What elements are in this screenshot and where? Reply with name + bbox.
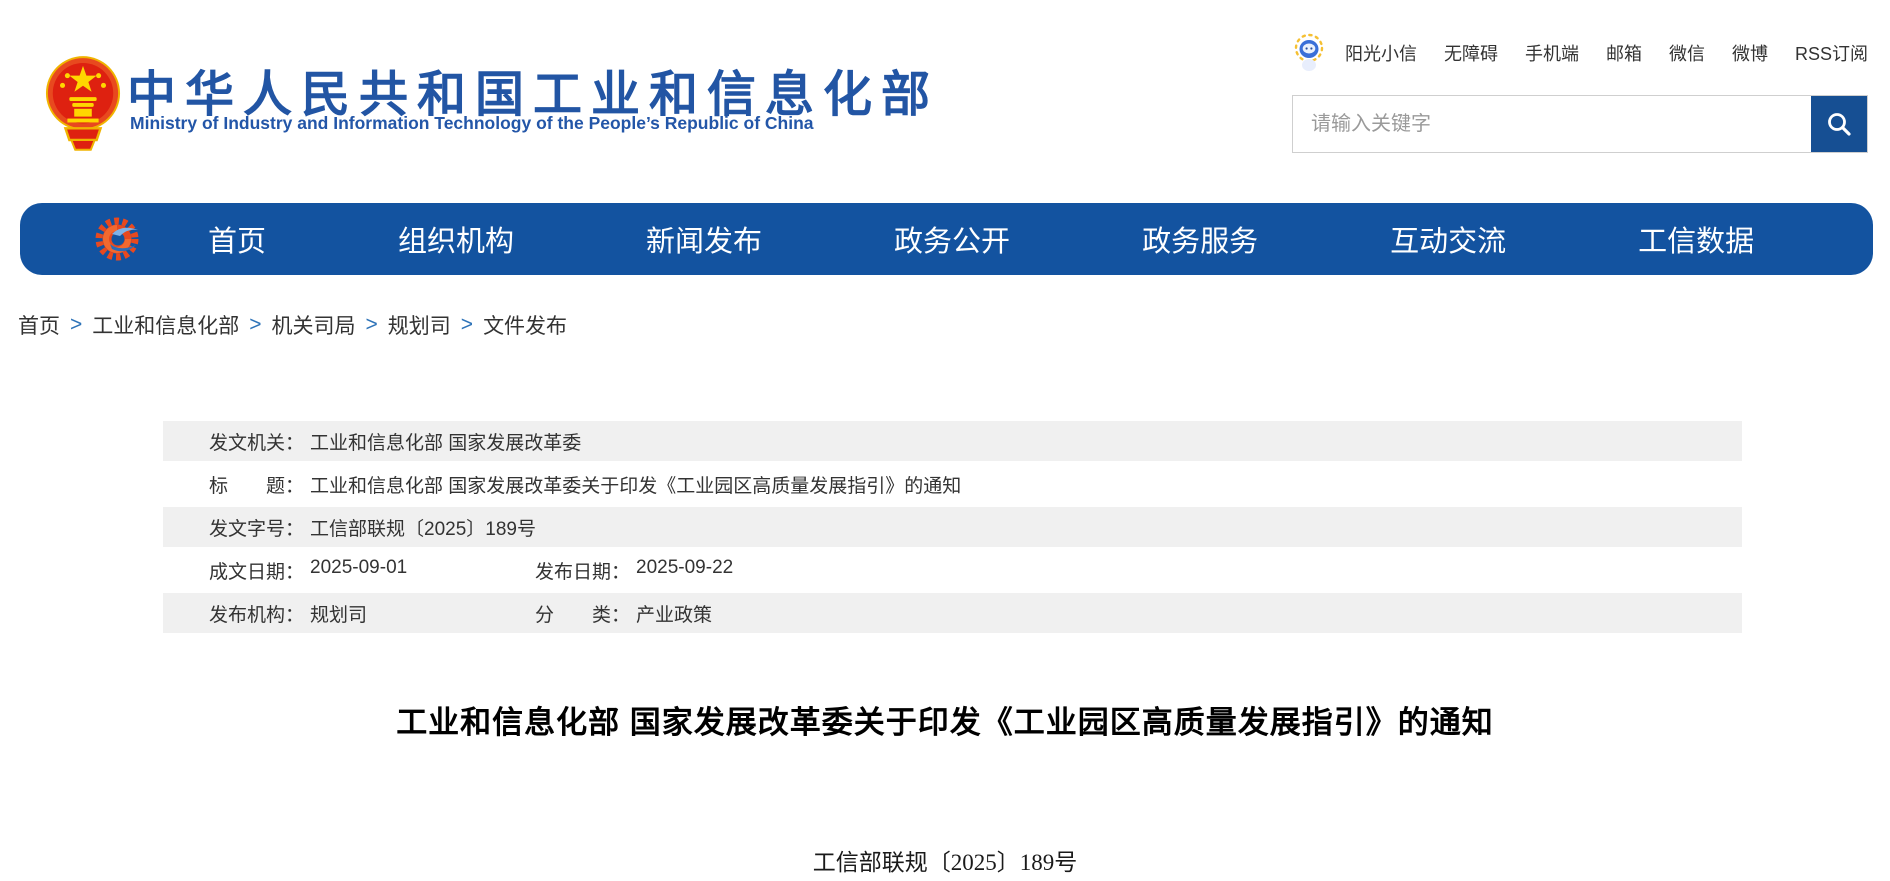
search-input[interactable] [1293,96,1811,152]
mascot-icon[interactable] [1292,33,1326,73]
meta-value: 工信部联规〔2025〕189号 [310,514,536,541]
nav-item-2[interactable]: 新闻发布 [646,218,762,260]
quick-link-6[interactable]: RSS订阅 [1795,40,1868,66]
meta-cell: 发文机关：工业和信息化部 国家发展改革委 [209,428,581,455]
meta-cell: 成文日期：2025-09-01 [209,557,535,584]
main-nav: 首页 组织机构 新闻发布 政务公开 政务服务 互动交流 工信数据 [20,203,1873,275]
nav-item-0[interactable]: 首页 [208,218,266,260]
nav-item-1[interactable]: 组织机构 [398,218,514,260]
document-number: 工信部联规〔2025〕189号 [0,843,1890,877]
meta-row-0: 发文机关：工业和信息化部 国家发展改革委 [163,421,1742,461]
search-icon [1825,110,1853,138]
nav-item-3[interactable]: 政务公开 [894,218,1010,260]
meta-label: 发布日期： [535,557,630,584]
quick-link-0[interactable]: 阳光小信 [1345,40,1417,66]
national-emblem-icon [44,50,122,152]
article-title: 工业和信息化部 国家发展改革委关于印发《工业园区高质量发展指引》的通知 [0,697,1890,742]
breadcrumb: 首页>工业和信息化部>机关司局>规划司>文件发布 [18,310,567,340]
meta-value: 工业和信息化部 国家发展改革委关于印发《工业园区高质量发展指引》的通知 [310,471,961,498]
search-button[interactable] [1811,96,1867,152]
meta-value: 2025-09-01 [310,557,407,584]
meta-cell: 发文字号：工信部联规〔2025〕189号 [209,514,536,541]
quick-link-2[interactable]: 手机端 [1525,40,1579,66]
meta-cell: 分 类：产业政策 [535,600,712,627]
breadcrumb-item-2[interactable]: 机关司局 [272,310,356,340]
meta-label: 成文日期： [209,557,304,584]
meta-row-2: 发文字号：工信部联规〔2025〕189号 [163,507,1742,547]
miit-logo-icon [92,214,146,264]
breadcrumb-item-0[interactable]: 首页 [18,310,60,340]
quick-link-1[interactable]: 无障碍 [1444,40,1498,66]
page: 中华人民共和国工业和信息化部 Ministry of Industry and … [0,0,1890,881]
meta-cell: 发布机构：规划司 [209,600,535,627]
quick-link-5[interactable]: 微博 [1732,40,1768,66]
meta-value: 产业政策 [636,600,712,627]
meta-row-3: 成文日期：2025-09-01发布日期：2025-09-22 [163,550,1742,590]
quick-links: 阳光小信 无障碍 手机端 邮箱 微信 微博 RSS订阅 [1292,33,1868,73]
meta-value: 规划司 [310,600,367,627]
meta-label: 分 类： [535,600,630,627]
nav-item-5[interactable]: 互动交流 [1390,218,1506,260]
meta-value: 2025-09-22 [636,557,733,584]
breadcrumb-separator: > [451,313,483,337]
breadcrumb-item-3[interactable]: 规划司 [388,310,451,340]
nav-item-4[interactable]: 政务服务 [1142,218,1258,260]
breadcrumb-item-1[interactable]: 工业和信息化部 [92,310,239,340]
nav-menu: 首页 组织机构 新闻发布 政务公开 政务服务 互动交流 工信数据 [208,218,1754,260]
quick-link-4[interactable]: 微信 [1669,40,1705,66]
meta-label: 标 题： [209,471,304,498]
meta-row-4: 发布机构：规划司分 类：产业政策 [163,593,1742,633]
breadcrumb-separator: > [60,313,92,337]
meta-label: 发文字号： [209,514,304,541]
nav-item-6[interactable]: 工信数据 [1638,218,1754,260]
breadcrumb-item-4[interactable]: 文件发布 [483,310,567,340]
meta-label: 发布机构： [209,600,304,627]
search-bar [1292,95,1868,153]
meta-row-1: 标 题：工业和信息化部 国家发展改革委关于印发《工业园区高质量发展指引》的通知 [163,464,1742,504]
quick-link-3[interactable]: 邮箱 [1606,40,1642,66]
meta-label: 发文机关： [209,428,304,455]
breadcrumb-separator: > [356,313,388,337]
meta-value: 工业和信息化部 国家发展改革委 [310,428,581,455]
site-subtitle: Ministry of Industry and Information Tec… [130,113,814,134]
document-meta-table: 发文机关：工业和信息化部 国家发展改革委标 题：工业和信息化部 国家发展改革委关… [163,421,1742,636]
meta-cell: 发布日期：2025-09-22 [535,557,733,584]
breadcrumb-separator: > [239,313,271,337]
meta-cell: 标 题：工业和信息化部 国家发展改革委关于印发《工业园区高质量发展指引》的通知 [209,471,961,498]
